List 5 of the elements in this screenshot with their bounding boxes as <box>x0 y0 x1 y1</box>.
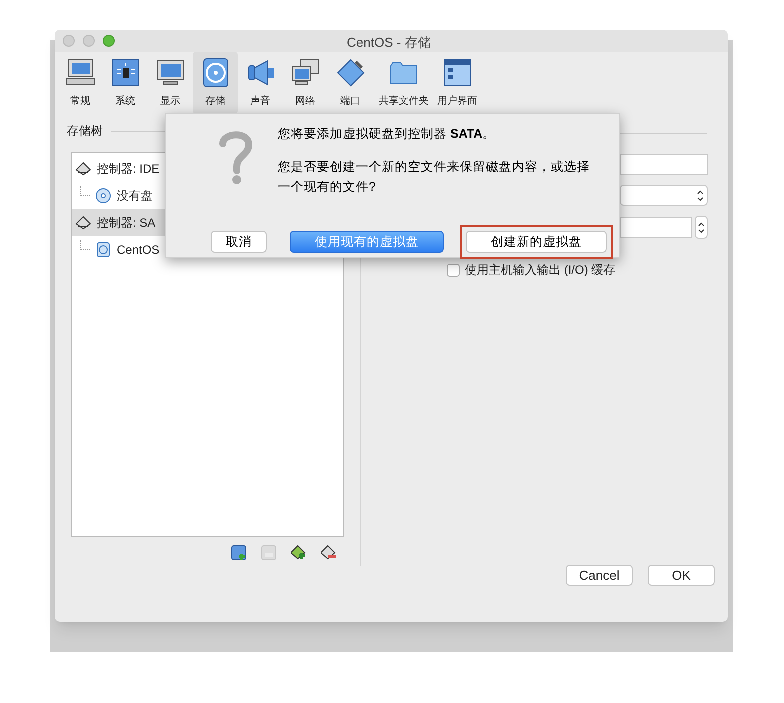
window-title: CentOS - 存储 <box>347 34 431 52</box>
dialog-title: 您将要添加虚拟硬盘到控制器 SATA。 <box>278 126 496 143</box>
section-title: 存储树 <box>67 123 103 140</box>
checkbox-label: 使用主机输入输出 (I/O) 缓存 <box>465 262 616 279</box>
dialog-message: 您是否要创建一个新的空文件来保留磁盘内容，或选择一个现有的文件? <box>278 159 591 196</box>
